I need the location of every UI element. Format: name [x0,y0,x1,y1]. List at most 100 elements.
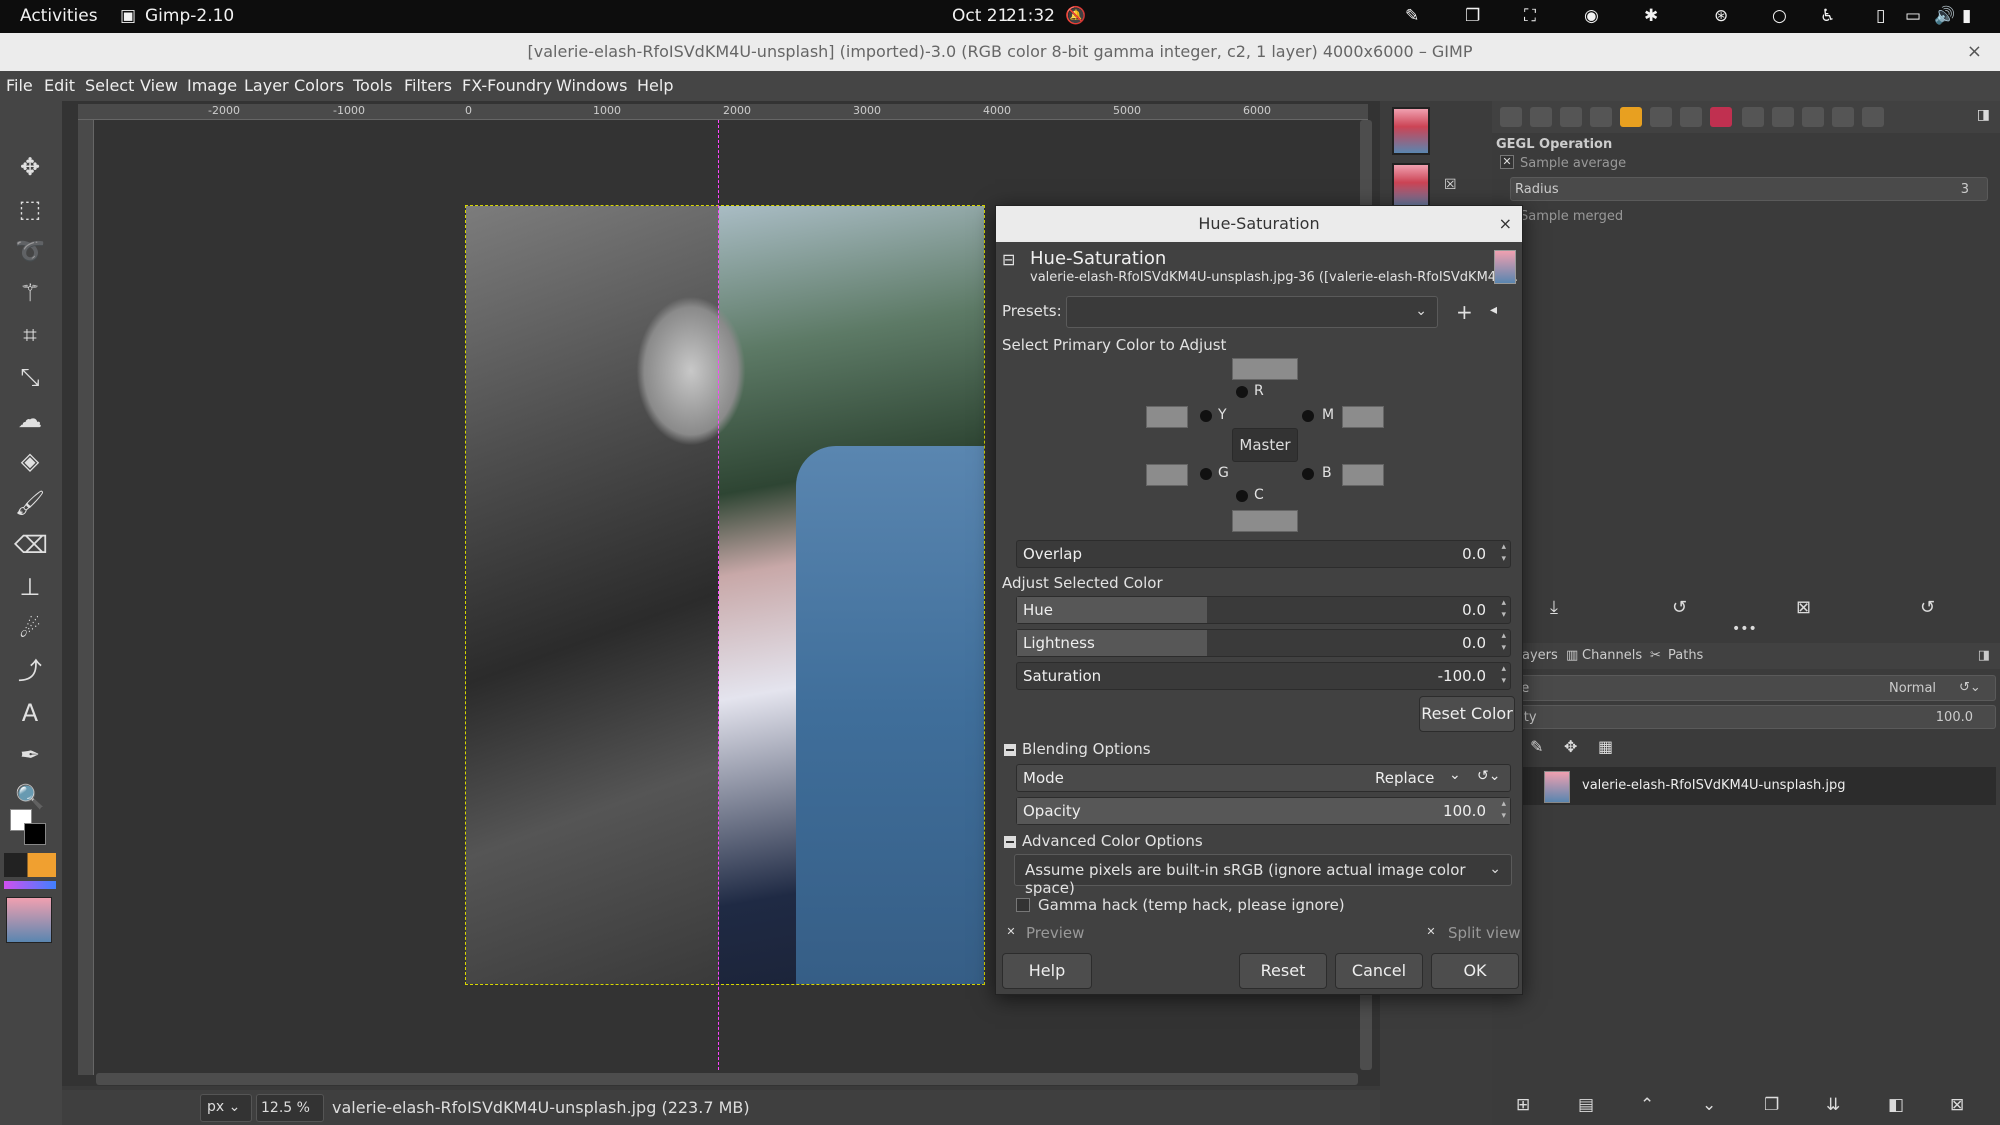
sample-average-checkbox[interactable]: ✕ [1500,155,1514,169]
add-preset-icon[interactable]: + [1456,300,1473,324]
saturation-slider[interactable]: Saturation -100.0 ▴ ▾ [1016,662,1511,690]
menu-image[interactable]: Image [187,76,237,95]
mode-select[interactable]: Replace [1375,769,1434,787]
save-options-icon[interactable]: ⤓ [1550,597,1558,618]
accessibility-icon[interactable]: ♿ [1820,6,1835,26]
undo-history-tab-icon[interactable] [1560,107,1582,127]
gradient-selector[interactable] [4,881,56,889]
help-button[interactable]: Help [1002,953,1092,989]
unit-selector[interactable]: px ⌄ [200,1094,252,1122]
battery-icon[interactable]: ▮ [1962,6,1971,26]
menu-help[interactable]: Help [637,76,673,95]
move-tool-icon[interactable]: ✥ [14,151,46,183]
eraser-tool-icon[interactable]: ⌫ [14,529,48,561]
split-view-checkbox[interactable]: ✕ [1424,926,1438,940]
blending-options-label[interactable]: Blending Options [1022,740,1151,758]
lock-alpha-icon[interactable]: ▦ [1598,737,1613,756]
warp-tool-icon[interactable]: ☁ [14,403,46,435]
lock-pixels-icon[interactable]: ✎ [1530,737,1543,756]
reset-button[interactable]: Reset [1239,953,1327,989]
smudge-tool-icon[interactable]: ☄ [14,613,46,645]
fuzzy-select-tool-icon[interactable]: ⚚ [14,277,46,309]
color-space-select[interactable]: Assume pixels are built-in sRGB (ignore … [1014,854,1512,897]
clock-time[interactable]: 21:32 [1006,6,1055,26]
menu-fx-foundry[interactable]: FX-Foundry [462,76,552,95]
radio-green[interactable] [1200,468,1212,480]
saturation-spin-icon[interactable]: ▴ ▾ [1501,663,1506,687]
display-tab-icon[interactable] [1742,107,1764,127]
dialog-titlebar[interactable]: Hue-Saturation × [996,206,1522,242]
dynamics-tab-icon[interactable] [1832,107,1854,127]
radio-cyan[interactable] [1236,490,1248,502]
activities-button[interactable]: Activities [20,6,98,26]
device-status-tab-icon[interactable] [1530,107,1552,127]
menu-tools[interactable]: Tools [353,76,392,95]
transform-tool-icon[interactable]: ⤡ [14,361,46,393]
phone-icon[interactable]: ▯ [1876,6,1885,26]
window-close-button[interactable]: × [1967,33,1982,71]
lower-layer-icon[interactable]: ⌄ [1702,1095,1716,1115]
templates-tab-icon[interactable] [1772,107,1794,127]
ok-button[interactable]: OK [1431,953,1519,989]
crop-tool-icon[interactable]: ⌗ [14,319,46,351]
paintbrush-tool-icon[interactable]: 🖌 [14,487,46,519]
cancel-button[interactable]: Cancel [1335,953,1423,989]
clone-tool-icon[interactable]: ⊥ [14,571,46,603]
display-icon[interactable]: ▭ [1905,6,1921,26]
advanced-color-options-label[interactable]: Advanced Color Options [1022,832,1203,850]
radius-spinner[interactable]: Radius 3 [1510,177,1988,201]
buffers-tab-icon[interactable] [1802,107,1824,127]
master-button[interactable]: Master [1232,428,1298,462]
dock-menu-icon[interactable]: ◨ [1977,107,1990,123]
tab-paths[interactable]: Paths [1668,648,1703,663]
app-name[interactable]: Gimp-2.10 [145,6,234,26]
rect-select-tool-icon[interactable]: ⬚ [14,193,46,225]
menu-file[interactable]: File [6,76,33,95]
dialog-close-button[interactable]: × [1499,206,1512,242]
lightness-spin-icon[interactable]: ▴ ▾ [1501,630,1506,654]
brush-pattern-selector[interactable] [4,853,56,877]
layer-opacity-spinner[interactable]: city 100.0 [1510,705,1996,729]
layer-row[interactable]: valerie-elash-RfoISVdKM4U-unsplash.jpg [1510,767,1996,805]
panel-resize-handle[interactable]: ••• [1732,621,1757,637]
image-canvas[interactable] [465,205,985,985]
radio-blue[interactable] [1302,468,1314,480]
paths-tool-icon[interactable]: ⤴ [14,655,46,687]
text-tool-icon[interactable]: A [14,697,46,729]
new-layer-icon[interactable]: ⊞ [1516,1095,1530,1115]
fonts-tab-icon[interactable] [1650,107,1672,127]
opacity-spin-icon[interactable]: ▴ ▾ [1501,798,1506,822]
clock-date[interactable]: Oct 21 [952,6,1008,26]
color-picker-tool-icon[interactable]: ✒ [14,739,46,771]
presets-combo[interactable]: ⌄ [1066,296,1438,328]
tab-channels[interactable]: Channels [1582,648,1642,663]
advanced-color-collapse-icon[interactable] [1004,836,1016,848]
swatch-yellow[interactable] [1146,406,1188,428]
raise-layer-icon[interactable]: ⌃ [1640,1095,1654,1115]
images-tab-icon[interactable] [1590,107,1612,127]
menu-layer[interactable]: Layer [244,76,289,95]
opacity-slider[interactable]: Opacity 100.0 ▴ ▾ [1016,797,1511,825]
circle-tray-icon[interactable]: ○ [1772,6,1787,26]
split-view-guide[interactable] [718,120,719,1070]
layer-mode-select[interactable]: Normal [1889,681,1936,696]
radio-magenta[interactable] [1302,410,1314,422]
swatch-blue[interactable] [1342,464,1384,486]
tab-layers[interactable]: ayers [1522,648,1558,663]
clipboard-tray-icon[interactable]: ❐ [1465,6,1480,26]
menu-colors[interactable]: Colors [294,76,344,95]
lasso-tool-icon[interactable]: ➰ [14,235,46,267]
image-thumbnail[interactable] [6,897,52,943]
steam-tray-icon[interactable]: ⊛ [1714,6,1728,26]
hue-slider[interactable]: Hue 0.0 ▴ ▾ [1016,596,1511,624]
swatch-red[interactable] [1232,358,1298,380]
preview-checkbox[interactable]: ✕ [1004,926,1018,940]
menu-view[interactable]: View [140,76,178,95]
new-layer-group-icon[interactable]: ▤ [1578,1095,1594,1115]
volume-icon[interactable]: 🔊 [1934,6,1955,26]
gradients-tab-icon[interactable] [1710,107,1732,127]
color-picker-tray-icon[interactable]: ✎ [1405,6,1419,26]
gamepad-tray-icon[interactable]: ◉ [1584,6,1599,26]
lightness-slider[interactable]: Lightness 0.0 ▴ ▾ [1016,629,1511,657]
image-tab-thumbnail-1[interactable] [1392,107,1430,155]
